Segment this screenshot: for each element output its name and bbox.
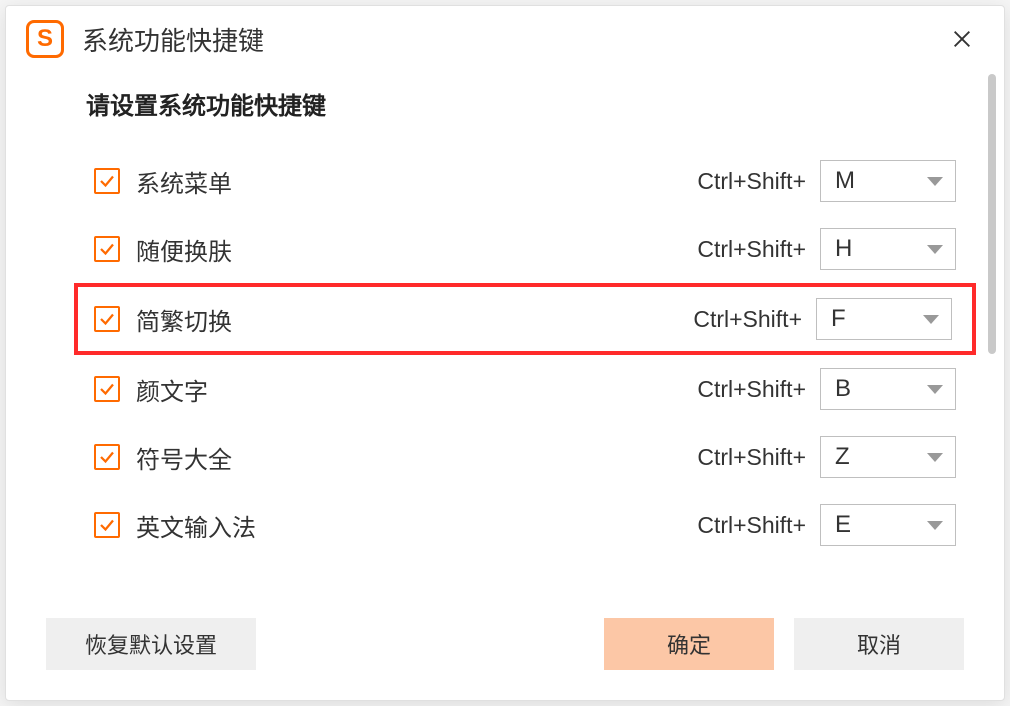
key-value: F	[831, 305, 923, 333]
modifier-prefix: Ctrl+Shift+	[697, 168, 806, 195]
shortcut-row: 简繁切换Ctrl+Shift+ F	[74, 283, 976, 355]
key-select[interactable]: E	[820, 504, 956, 546]
section-title: 请设置系统功能快捷键	[6, 86, 1004, 147]
shortcut-checkbox[interactable]	[94, 168, 120, 194]
cancel-button[interactable]: 取消	[794, 618, 964, 670]
shortcut-label: 随便换肤	[136, 232, 697, 267]
check-icon	[98, 172, 116, 190]
close-icon	[951, 28, 973, 50]
shortcut-row: 符号大全Ctrl+Shift+ Z	[86, 423, 964, 491]
key-value: M	[835, 167, 927, 195]
modifier-prefix: Ctrl+Shift+	[693, 306, 802, 333]
key-value: E	[835, 511, 927, 539]
shortcut-row: 颜文字Ctrl+Shift+ B	[86, 355, 964, 423]
key-value: B	[835, 375, 927, 403]
check-icon	[98, 516, 116, 534]
modifier-prefix: Ctrl+Shift+	[697, 376, 806, 403]
check-icon	[98, 310, 116, 328]
shortcut-row: 系统菜单Ctrl+Shift+ M	[86, 147, 964, 215]
shortcut-label: 简繁切换	[136, 302, 693, 337]
modifier-prefix: Ctrl+Shift+	[697, 444, 806, 471]
shortcut-label: 颜文字	[136, 372, 697, 407]
check-icon	[98, 380, 116, 398]
check-icon	[98, 240, 116, 258]
key-select[interactable]: M	[820, 160, 956, 202]
chevron-down-icon	[927, 177, 943, 186]
key-value: Z	[835, 443, 927, 471]
chevron-down-icon	[927, 385, 943, 394]
shortcut-label: 符号大全	[136, 440, 697, 475]
chevron-down-icon	[927, 453, 943, 462]
shortcut-list: 系统菜单Ctrl+Shift+M随便换肤Ctrl+Shift+H简繁切换Ctrl…	[6, 147, 1004, 559]
shortcut-checkbox[interactable]	[94, 376, 120, 402]
chevron-down-icon	[927, 521, 943, 530]
modifier-prefix: Ctrl+Shift+	[697, 236, 806, 263]
key-value: H	[835, 235, 927, 263]
shortcut-checkbox[interactable]	[94, 444, 120, 470]
reset-defaults-button[interactable]: 恢复默认设置	[46, 618, 256, 670]
key-select[interactable]: H	[820, 228, 956, 270]
shortcut-settings-dialog: S 系统功能快捷键 请设置系统功能快捷键 系统菜单Ctrl+Shift+M随便换…	[5, 5, 1005, 701]
shortcut-label: 英文输入法	[136, 508, 697, 543]
app-icon: S	[26, 20, 64, 58]
chevron-down-icon	[927, 245, 943, 254]
key-select[interactable]: B	[820, 368, 956, 410]
shortcut-checkbox[interactable]	[94, 512, 120, 538]
chevron-down-icon	[923, 315, 939, 324]
shortcut-checkbox[interactable]	[94, 306, 120, 332]
dialog-body: 请设置系统功能快捷键 系统菜单Ctrl+Shift+M随便换肤Ctrl+Shif…	[6, 66, 1004, 618]
key-select[interactable]: F	[816, 298, 952, 340]
shortcut-row: 随便换肤Ctrl+Shift+ H	[86, 215, 964, 283]
check-icon	[98, 448, 116, 466]
shortcut-checkbox[interactable]	[94, 236, 120, 262]
close-button[interactable]	[944, 21, 980, 57]
key-select[interactable]: Z	[820, 436, 956, 478]
ok-button[interactable]: 确定	[604, 618, 774, 670]
titlebar: S 系统功能快捷键	[6, 6, 1004, 66]
modifier-prefix: Ctrl+Shift+	[697, 512, 806, 539]
window-title: 系统功能快捷键	[82, 21, 944, 58]
shortcut-label: 系统菜单	[136, 164, 697, 199]
shortcut-row: 英文输入法Ctrl+Shift+ E	[86, 491, 964, 559]
scrollbar-thumb[interactable]	[988, 74, 996, 354]
dialog-footer: 恢复默认设置 确定 取消	[6, 618, 1004, 700]
app-icon-letter: S	[37, 25, 53, 53]
